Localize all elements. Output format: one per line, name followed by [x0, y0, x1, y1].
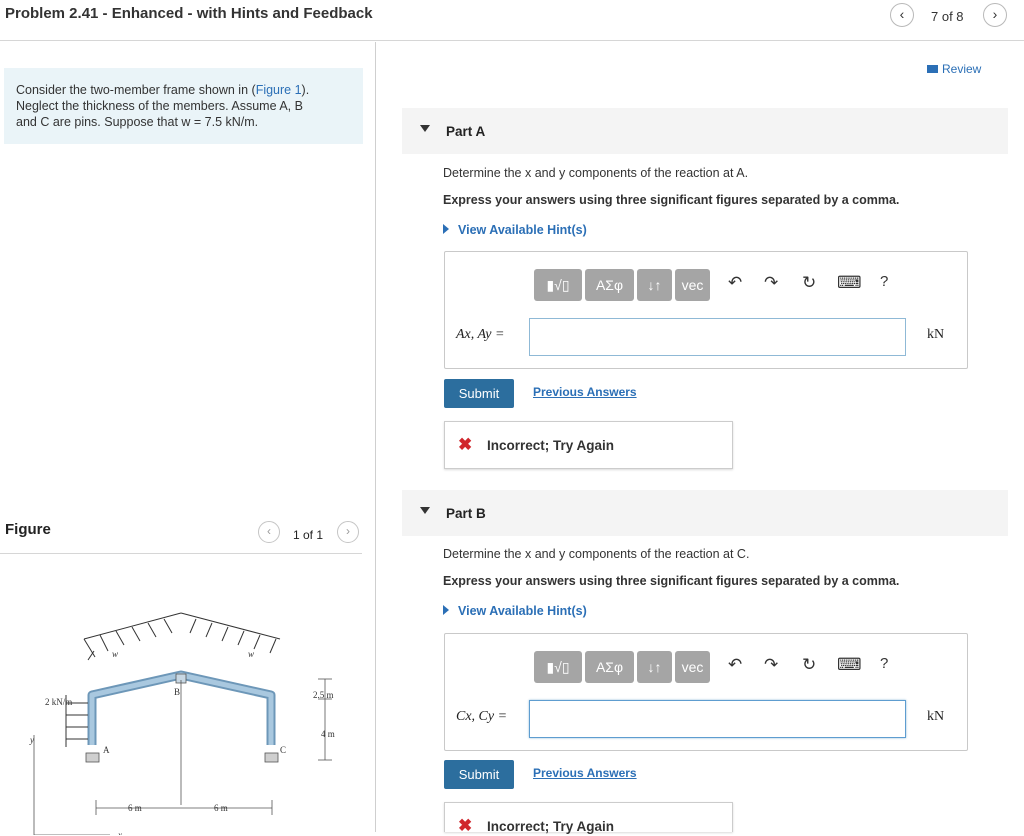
problem-statement: Consider the two-member frame shown in (… [4, 68, 363, 144]
redo-icon[interactable]: ↷ [764, 655, 778, 675]
reset-icon[interactable]: ↻ [802, 655, 816, 675]
part-b-unit: kN [927, 709, 945, 724]
part-b-submit-button[interactable]: Submit [444, 760, 514, 789]
part-a-instruction: Express your answers using three signifi… [443, 193, 900, 207]
part-a-answer-box: ▮√▯ ΑΣφ ↓↑ vec ↶ ↷ ↻ ⌨ ? Ax, Ay = kN [444, 251, 968, 369]
chevron-left-icon: ‹ [267, 524, 271, 538]
review-link[interactable]: Review [927, 62, 981, 76]
part-b-feedback: ✖ Incorrect; Try Again [444, 802, 733, 835]
prev-problem-button[interactable]: ‹ [890, 3, 914, 27]
reset-icon[interactable]: ↻ [802, 273, 816, 293]
keyboard-icon[interactable]: ⌨ [837, 273, 862, 293]
part-a-label: Part A [446, 124, 486, 139]
templates-button[interactable]: ▮√▯ [534, 269, 582, 301]
error-x-icon: ✖ [458, 435, 473, 454]
part-b-question: Determine the x and y components of the … [443, 547, 750, 561]
top-bar: Problem 2.41 - Enhanced - with Hints and… [0, 0, 1024, 41]
next-problem-button[interactable]: › [983, 3, 1007, 27]
pin-c-label: C [280, 745, 286, 755]
collapse-caret-icon [420, 125, 430, 132]
expand-caret-icon [443, 224, 449, 234]
left-panel: Consider the two-member frame shown in (… [0, 42, 376, 835]
arrows-button[interactable]: ↓↑ [637, 651, 672, 683]
problem-pager: 7 of 8 [931, 9, 964, 24]
part-b-answer-input[interactable] [529, 700, 906, 738]
part-a-answer-input[interactable] [529, 318, 906, 356]
problem-title: Problem 2.41 - Enhanced - with Hints and… [5, 5, 373, 22]
undo-icon[interactable]: ↶ [728, 273, 742, 293]
redo-icon[interactable]: ↷ [764, 273, 778, 293]
expand-caret-icon [443, 605, 449, 615]
x-axis-label: x [117, 830, 122, 835]
part-a-answer-label: Ax, Ay = [456, 327, 505, 342]
arrows-button[interactable]: ↓↑ [637, 269, 672, 301]
chevron-right-icon: › [346, 524, 350, 538]
figure-header: Figure ‹ 1 of 1 › [0, 518, 362, 554]
help-icon[interactable]: ? [880, 655, 888, 672]
side-load-label: 2 kN/m [45, 697, 72, 707]
templates-button[interactable]: ▮√▯ [534, 651, 582, 683]
part-b-instruction: Express your answers using three signifi… [443, 574, 900, 588]
y-axis-label: y [29, 735, 34, 745]
load-w-label-right: w [248, 649, 254, 659]
figure-prev-button[interactable]: ‹ [258, 521, 280, 543]
span-2-label: 6 m [214, 803, 228, 813]
part-b-previous-answers-link[interactable]: Previous Answers [533, 766, 637, 780]
figure-next-button[interactable]: › [337, 521, 359, 543]
figure-pager: 1 of 1 [293, 528, 324, 542]
part-a-unit: kN [927, 327, 945, 342]
figure-title: Figure [5, 521, 51, 538]
figure-link[interactable]: Figure 1 [256, 83, 302, 97]
greek-button[interactable]: ΑΣφ [585, 269, 634, 301]
part-a-feedback-text: Incorrect; Try Again [487, 438, 615, 453]
part-b-header[interactable]: Part B [402, 490, 1008, 536]
greek-button[interactable]: ΑΣφ [585, 651, 634, 683]
vec-button[interactable]: vec [675, 651, 710, 683]
chevron-left-icon: ‹ [899, 6, 905, 22]
part-a-feedback: ✖ Incorrect; Try Again [444, 421, 733, 469]
part-b-label: Part B [446, 506, 486, 521]
height-1-label: 2.5 m [313, 690, 334, 700]
part-b-hint-link[interactable]: View Available Hint(s) [443, 604, 587, 618]
part-a-submit-button[interactable]: Submit [444, 379, 514, 408]
part-b-answer-box: ▮√▯ ΑΣφ ↓↑ vec ↶ ↷ ↻ ⌨ ? Cx, Cy = kN [444, 633, 968, 751]
chevron-right-icon: › [992, 6, 998, 22]
load-w-label-left: w [112, 649, 118, 659]
part-b-answer-label: Cx, Cy = [456, 709, 508, 724]
height-2-label: 4 m [321, 729, 335, 739]
error-x-icon: ✖ [458, 816, 473, 835]
part-a-question: Determine the x and y components of the … [443, 166, 749, 180]
pin-a-label: A [103, 745, 110, 755]
part-a-hint-link[interactable]: View Available Hint(s) [443, 223, 587, 237]
undo-icon[interactable]: ↶ [728, 655, 742, 675]
part-a-previous-answers-link[interactable]: Previous Answers [533, 385, 637, 399]
vec-button[interactable]: vec [675, 269, 710, 301]
frame-figure: w w B A C 2 kN/m 2.5 m 4 m 6 m 6 m y x [29, 612, 335, 835]
help-icon[interactable]: ? [880, 273, 888, 290]
keyboard-icon[interactable]: ⌨ [837, 655, 862, 675]
collapse-caret-icon [420, 507, 430, 514]
part-a-header[interactable]: Part A [402, 108, 1008, 154]
review-icon [927, 65, 938, 73]
pin-b-label: B [174, 687, 180, 697]
span-1-label: 6 m [128, 803, 142, 813]
